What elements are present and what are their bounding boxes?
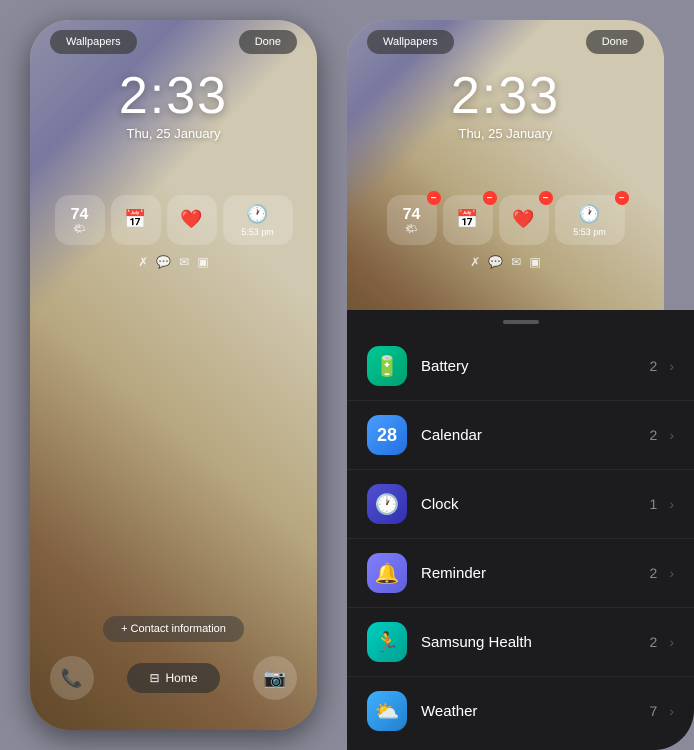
sheet-item-clock[interactable]: 🕐 Clock 1 ›	[347, 470, 694, 539]
clock-label: Clock	[421, 496, 650, 513]
widgets-row-right: 74 🌤 − 📅 − ❤️ − 🕐 5:53 pm	[347, 195, 664, 245]
widget-clock-right[interactable]: 🕐 5:53 pm −	[555, 195, 625, 245]
reminder-label: Reminder	[421, 565, 650, 582]
left-panel: Wallpapers Done 2:33 Thu, 25 January 74 …	[0, 0, 347, 750]
date-display-left: Thu, 25 January	[30, 126, 317, 141]
weather-icon: ⛅	[375, 699, 400, 724]
clock-icon: 🕐	[375, 492, 400, 517]
calendar-label: Calendar	[421, 427, 650, 444]
weather-app-icon: ⛅	[367, 691, 407, 731]
delete-badge-health[interactable]: −	[539, 191, 553, 205]
home-button[interactable]: ⊟ Home	[127, 663, 219, 693]
calendar-icon: 28	[377, 425, 397, 446]
notif-chat-right: 💬	[488, 255, 503, 269]
sheet-handle	[503, 320, 539, 324]
time-display-left: 2:33	[30, 70, 317, 122]
notif-cross-right: ✗	[470, 255, 480, 269]
battery-count: 2	[650, 358, 658, 374]
time-display-right: 2:33	[347, 70, 664, 122]
notif-chat-left: 💬	[156, 255, 171, 269]
widget-clock-left[interactable]: 🕐 5:53 pm	[223, 195, 293, 245]
clock-app-icon: 🕐	[367, 484, 407, 524]
battery-app-icon: 🔋	[367, 346, 407, 386]
phone-mockup-left: Wallpapers Done 2:33 Thu, 25 January 74 …	[30, 20, 317, 730]
battery-icon: 🔋	[375, 354, 400, 379]
clock-count: 1	[650, 496, 658, 512]
widgets-row-left: 74 🌤 📅 ❤️ 🕐 5:53 pm	[30, 195, 317, 245]
weather-chevron-icon[interactable]: ›	[669, 703, 674, 719]
weather-count: 7	[650, 703, 658, 719]
delete-badge-weather[interactable]: −	[427, 191, 441, 205]
delete-badge-clock[interactable]: −	[615, 191, 629, 205]
clock-chevron-icon[interactable]: ›	[669, 496, 674, 512]
notification-icons-left: ✗ 💬 ✉ ▣	[30, 255, 317, 269]
reminder-chevron-icon[interactable]: ›	[669, 565, 674, 581]
battery-label: Battery	[421, 358, 650, 375]
widget-health-right[interactable]: ❤️ −	[499, 195, 549, 245]
widget-health-left[interactable]: ❤️	[167, 195, 217, 245]
date-display-right: Thu, 25 January	[347, 126, 664, 141]
calendar-chevron-icon[interactable]: ›	[669, 427, 674, 443]
phone-icon: 📞	[61, 668, 83, 689]
right-panel: Wallpapers Done 2:33 Thu, 25 January 74 …	[347, 0, 694, 750]
top-bar-left: Wallpapers Done	[30, 30, 317, 54]
reminder-icon: 🔔	[375, 561, 400, 586]
notif-cross-left: ✗	[138, 255, 148, 269]
notif-box-right: ▣	[529, 255, 540, 269]
bottom-bar-left: + Contact information 📞 ⊟ Home 📷	[30, 616, 317, 700]
bottom-icons-row: 📞 ⊟ Home 📷	[30, 656, 317, 700]
wallpapers-button-left[interactable]: Wallpapers	[50, 30, 137, 54]
camera-icon: 📷	[264, 668, 286, 689]
sheet-item-weather[interactable]: ⛅ Weather 7 ›	[347, 677, 694, 745]
notif-box-left: ▣	[197, 255, 208, 269]
widget-calendar-left[interactable]: 📅	[111, 195, 161, 245]
contact-info-button[interactable]: + Contact information	[103, 616, 244, 642]
sheet-item-samsung-health[interactable]: 🏃 Samsung Health 2 ›	[347, 608, 694, 677]
top-bar-right: Wallpapers Done	[347, 30, 664, 54]
wallpapers-button-right[interactable]: Wallpapers	[367, 30, 454, 54]
notif-mail-right: ✉	[511, 255, 521, 269]
phone-button[interactable]: 📞	[50, 656, 94, 700]
samsung-health-app-icon: 🏃	[367, 622, 407, 662]
widget-weather-left[interactable]: 74 🌤	[55, 195, 105, 245]
notif-mail-left: ✉	[179, 255, 189, 269]
done-button-left[interactable]: Done	[239, 30, 297, 54]
sheet-item-reminder[interactable]: 🔔 Reminder 2 ›	[347, 539, 694, 608]
camera-button[interactable]: 📷	[253, 656, 297, 700]
lock-screen-right: 2:33 Thu, 25 January	[347, 70, 664, 141]
lock-screen-left: 2:33 Thu, 25 January	[30, 70, 317, 141]
done-button-right[interactable]: Done	[586, 30, 644, 54]
battery-chevron-icon[interactable]: ›	[669, 358, 674, 374]
samsung-health-icon: 🏃	[375, 630, 400, 655]
samsung-health-count: 2	[650, 634, 658, 650]
samsung-health-label: Samsung Health	[421, 634, 650, 651]
widget-calendar-right[interactable]: 📅 −	[443, 195, 493, 245]
samsung-health-chevron-icon[interactable]: ›	[669, 634, 674, 650]
delete-badge-calendar[interactable]: −	[483, 191, 497, 205]
widget-weather-right[interactable]: 74 🌤 −	[387, 195, 437, 245]
weather-label: Weather	[421, 703, 650, 720]
calendar-app-icon: 28	[367, 415, 407, 455]
sheet-item-battery[interactable]: 🔋 Battery 2 ›	[347, 332, 694, 401]
notification-icons-right: ✗ 💬 ✉ ▣	[347, 255, 664, 269]
calendar-count: 2	[650, 427, 658, 443]
reminder-app-icon: 🔔	[367, 553, 407, 593]
reminder-count: 2	[650, 565, 658, 581]
sheet-item-calendar[interactable]: 28 Calendar 2 ›	[347, 401, 694, 470]
bottom-sheet: 🔋 Battery 2 › 28 Calendar 2 › 🕐 Clock 1 …	[347, 310, 694, 750]
home-icon: ⊟	[149, 671, 159, 685]
